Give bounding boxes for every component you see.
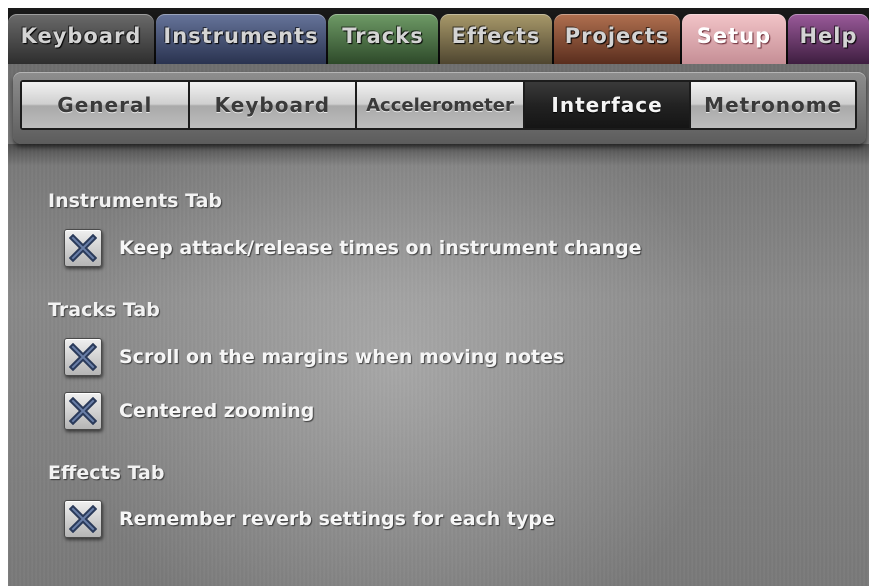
- tab-setup-label: Setup: [696, 24, 772, 48]
- subtab-general-label: General: [57, 93, 153, 117]
- checkmark-x-icon: [69, 343, 97, 371]
- section-heading-instruments: Instruments Tab: [48, 190, 223, 212]
- tab-tracks-label: Tracks: [342, 24, 424, 48]
- option-keep-attack-release[interactable]: Keep attack/release times on instrument …: [64, 229, 642, 267]
- section-heading-effects: Effects Tab: [48, 462, 165, 484]
- checkbox-remember-reverb[interactable]: [64, 500, 102, 538]
- tab-help[interactable]: Help: [788, 14, 869, 64]
- tab-keyboard-label: Keyboard: [20, 24, 142, 48]
- checkmark-x-icon: [69, 397, 97, 425]
- subtab-shadow: [8, 144, 869, 166]
- app-window: Keyboard Instruments Tracks Effects Proj…: [8, 8, 869, 586]
- tab-projects[interactable]: Projects: [554, 14, 680, 64]
- tab-keyboard[interactable]: Keyboard: [8, 14, 154, 64]
- subtab-metronome[interactable]: Metronome: [691, 82, 855, 128]
- tab-projects-label: Projects: [564, 24, 670, 48]
- top-tab-bar: Keyboard Instruments Tracks Effects Proj…: [8, 8, 869, 70]
- subtab-keyboard[interactable]: Keyboard: [189, 82, 356, 128]
- subtab-bar: General Keyboard Accelerometer Interface…: [20, 80, 857, 130]
- checkbox-scroll-margins[interactable]: [64, 338, 102, 376]
- option-scroll-margins[interactable]: Scroll on the margins when moving notes: [64, 338, 564, 376]
- option-label-scroll-margins: Scroll on the margins when moving notes: [119, 346, 565, 368]
- tab-instruments[interactable]: Instruments: [156, 14, 326, 64]
- subtab-keyboard-label: Keyboard: [214, 93, 331, 117]
- subtab-interface-label: Interface: [551, 93, 663, 117]
- tab-tracks[interactable]: Tracks: [328, 14, 438, 64]
- option-label-centered-zooming: Centered zooming: [119, 400, 315, 422]
- option-label-remember-reverb: Remember reverb settings for each type: [119, 508, 555, 530]
- option-label-keep-attack-release: Keep attack/release times on instrument …: [119, 237, 642, 259]
- tab-help-label: Help: [799, 24, 858, 48]
- subtab-accelerometer[interactable]: Accelerometer: [357, 82, 523, 128]
- tab-effects-label: Effects: [451, 24, 541, 48]
- subtab-general[interactable]: General: [22, 82, 188, 128]
- checkmark-x-icon: [69, 505, 97, 533]
- section-heading-tracks: Tracks Tab: [48, 299, 160, 321]
- checkmark-x-icon: [69, 234, 97, 262]
- tab-setup[interactable]: Setup: [682, 14, 786, 70]
- option-centered-zooming[interactable]: Centered zooming: [64, 392, 314, 430]
- tab-effects[interactable]: Effects: [440, 14, 552, 64]
- subtab-interface[interactable]: Interface: [524, 82, 690, 128]
- subtab-metronome-label: Metronome: [704, 93, 843, 117]
- checkbox-keep-attack-release[interactable]: [64, 229, 102, 267]
- subtab-accelerometer-label: Accelerometer: [366, 94, 514, 116]
- tab-instruments-label: Instruments: [163, 24, 319, 48]
- subtab-frame: General Keyboard Accelerometer Interface…: [13, 72, 866, 144]
- checkbox-centered-zooming[interactable]: [64, 392, 102, 430]
- setup-panel: General Keyboard Accelerometer Interface…: [8, 64, 869, 586]
- option-remember-reverb[interactable]: Remember reverb settings for each type: [64, 500, 555, 538]
